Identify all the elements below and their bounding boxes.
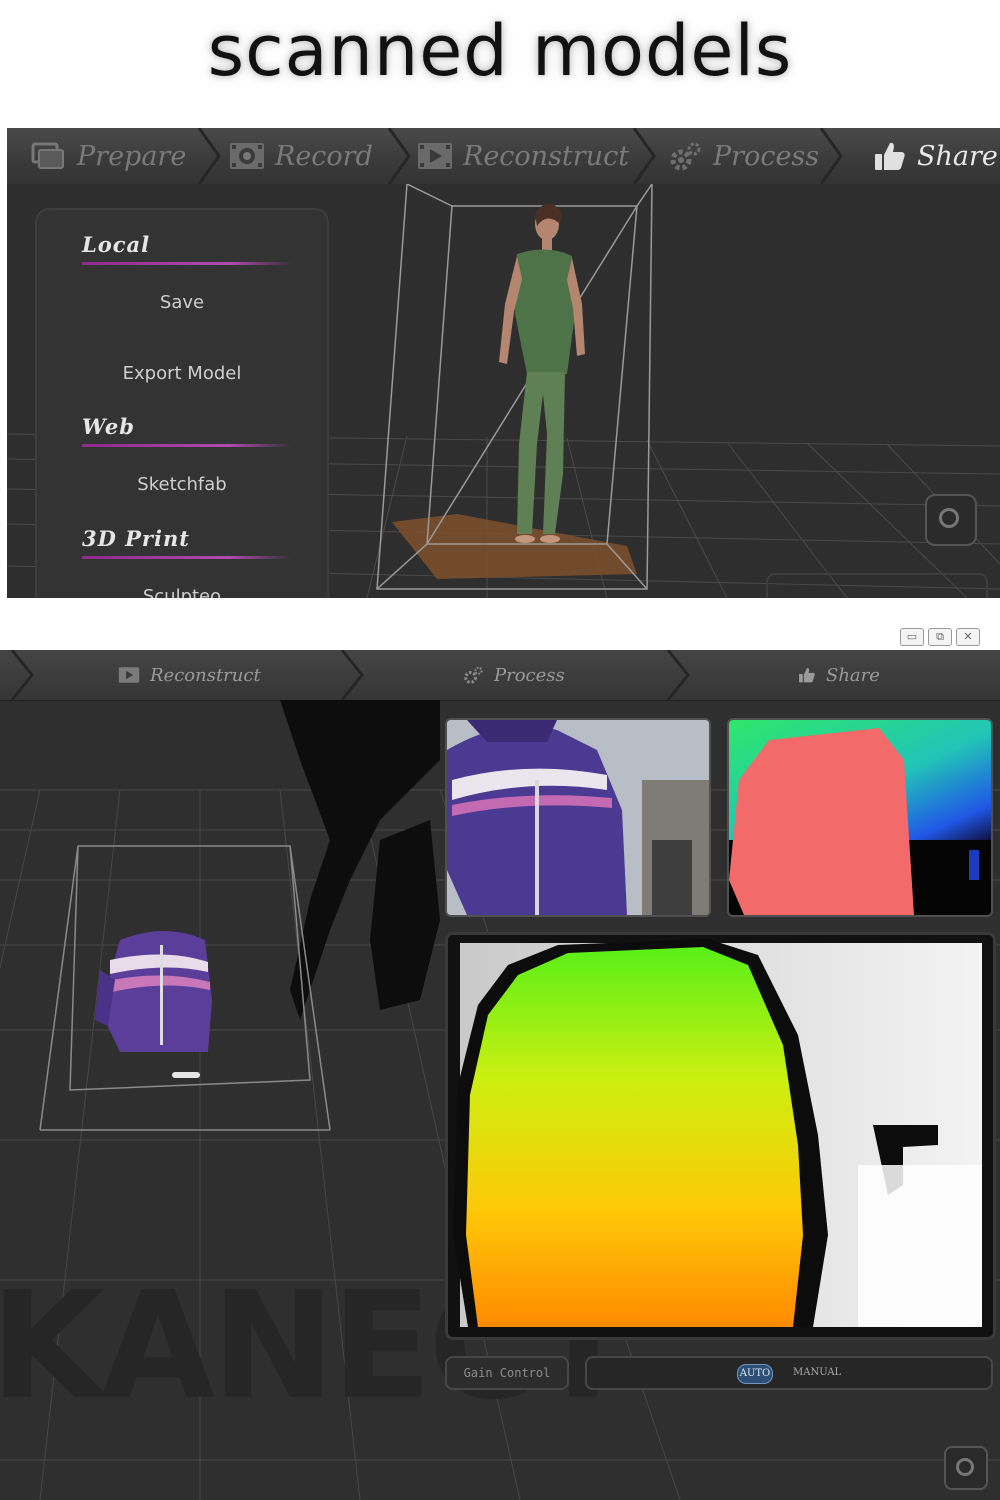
tab-separator — [632, 128, 656, 184]
thumbs-up-icon — [799, 668, 815, 683]
web-underline — [82, 444, 292, 447]
gain-auto-button[interactable]: AUTO — [737, 1364, 773, 1384]
3d-print-underline — [82, 556, 292, 559]
record-icon — [230, 143, 264, 169]
tab-share-label: Share — [826, 664, 880, 686]
minimize-button[interactable]: ▭ — [900, 628, 924, 646]
sculpteo-button[interactable]: Sculpteo — [37, 586, 327, 598]
3d-print-heading: 3D Print — [82, 526, 190, 551]
prepare-icon — [31, 142, 64, 169]
top-nav-bar: Prepare Record Reconstruct Process Share — [7, 128, 1000, 185]
tab-separator — [340, 650, 364, 700]
rgb-feed-image — [447, 720, 709, 915]
gear-icon — [464, 666, 483, 684]
tab-share-label: Share — [917, 140, 998, 172]
gear-icon — [670, 142, 701, 171]
depth-map-view — [445, 932, 996, 1340]
camera-reset-icon[interactable] — [944, 1446, 988, 1490]
close-button[interactable]: ✕ — [956, 628, 980, 646]
save-button[interactable]: Save — [37, 292, 327, 313]
export-model-button[interactable]: Export Model — [37, 363, 327, 384]
tab-share[interactable]: Share — [798, 650, 880, 700]
tab-share[interactable]: Share — [873, 128, 998, 184]
tab-reconstruct[interactable]: Reconstruct — [417, 128, 629, 184]
share-screenshot: Prepare Record Reconstruct Process Share… — [7, 128, 1000, 598]
tab-process[interactable]: Process — [667, 128, 819, 184]
gain-control-label: Gain Control — [445, 1356, 569, 1390]
tab-separator — [387, 128, 411, 184]
camera-reset-icon[interactable] — [925, 494, 977, 546]
tab-process-label: Process — [494, 664, 565, 686]
local-heading: Local — [82, 232, 151, 257]
window-controls: ▭ ⧉ ✕ — [900, 628, 1000, 648]
rgb-camera-view — [445, 718, 711, 917]
gain-manual-button[interactable]: MANUAL — [793, 1364, 843, 1382]
local-underline — [82, 262, 292, 265]
tab-reconstruct[interactable]: Reconstruct — [118, 650, 261, 700]
sketchfab-button[interactable]: Sketchfab — [37, 474, 327, 495]
reconstruct-icon — [118, 667, 140, 683]
tab-reconstruct-label: Reconstruct — [463, 140, 630, 172]
bottom-nav-bar: Reconstruct Process Share — [0, 650, 1000, 701]
reconstruct-icon — [418, 143, 452, 169]
scene-viewport[interactable]: Local Save Export Model Web Sketchfab 3D… — [7, 184, 1000, 598]
scanned-jacket-model — [95, 931, 212, 1078]
segmentation-feed-image — [729, 720, 991, 915]
web-heading: Web — [82, 414, 135, 439]
tab-separator — [666, 650, 690, 700]
tab-reconstruct-label: Reconstruct — [150, 664, 261, 686]
segmentation-view — [727, 718, 993, 917]
tab-separator — [197, 128, 221, 184]
tab-prepare[interactable]: Prepare — [31, 128, 186, 184]
point-cloud — [280, 700, 440, 1020]
tab-separator — [10, 650, 34, 700]
tab-process[interactable]: Process — [462, 650, 565, 700]
tab-prepare-label: Prepare — [77, 140, 187, 172]
gain-control-bar: AUTO MANUAL — [585, 1356, 993, 1390]
tab-record[interactable]: Record — [229, 128, 373, 184]
thumbs-up-icon — [875, 142, 905, 170]
reconstruct-screenshot: Reconstruct Process Share KANECT Gain Co… — [0, 650, 1000, 1500]
tab-record-label: Record — [275, 140, 373, 172]
maximize-button[interactable]: ⧉ — [928, 628, 952, 646]
tab-process-label: Process — [713, 140, 820, 172]
scanned-person-model — [499, 203, 585, 543]
caption-title: scanned models — [207, 10, 793, 92]
tab-separator — [819, 128, 843, 184]
share-panel: Local Save Export Model Web Sketchfab 3D… — [35, 208, 329, 598]
depth-feed-image — [448, 935, 993, 1327]
